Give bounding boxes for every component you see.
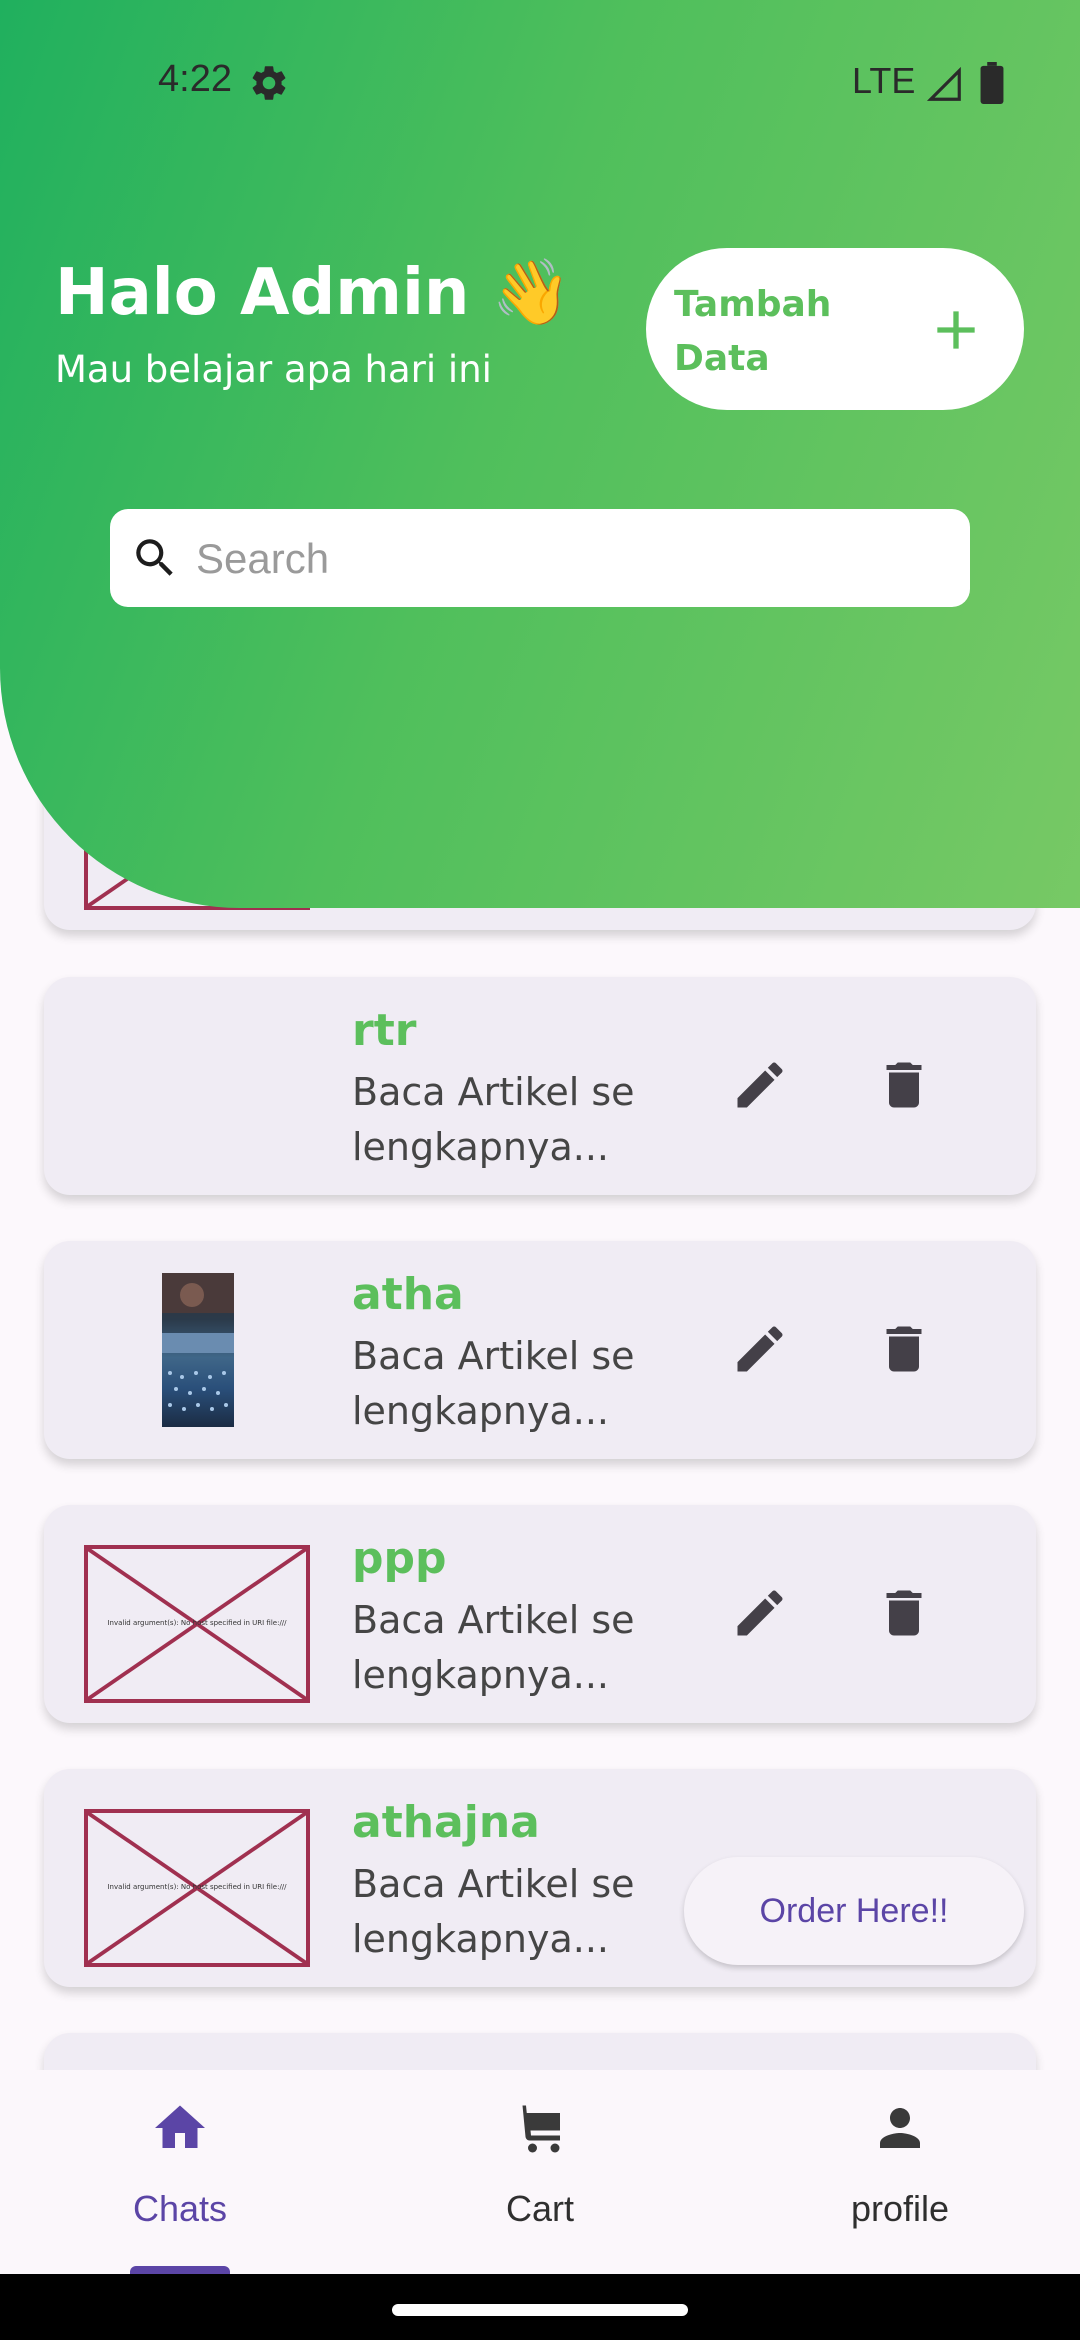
nav-label: profile — [850, 2188, 950, 2229]
nav-item-profile[interactable]: profile — [720, 2070, 1080, 2274]
gear-icon — [252, 66, 286, 100]
list-item[interactable]: Invalid argument(s): No host specified i… — [44, 1505, 1036, 1723]
search-icon — [136, 539, 173, 576]
item-photo — [162, 1273, 234, 1427]
edit-icon[interactable] — [730, 1055, 790, 1115]
nav-item-cart[interactable]: Cart — [360, 2070, 720, 2274]
broken-image: Invalid argument(s): No host specified i… — [84, 1545, 310, 1703]
add-data-label: Tambah Data — [674, 284, 832, 379]
greeting-title: Halo Admin 👋 — [55, 256, 572, 330]
delete-icon[interactable] — [874, 1319, 934, 1379]
delete-icon[interactable] — [874, 1583, 934, 1643]
bottom-navigation: Chats Cart profile — [0, 2070, 1080, 2274]
list-item[interactable]: atha Baca Artikel se lengkapnya... — [44, 1241, 1036, 1459]
nav-label: Cart — [505, 2188, 574, 2229]
home-icon — [155, 2105, 205, 2148]
list-item[interactable]: Invalid argument(s): No host specified i… — [44, 1769, 1036, 1987]
item-description: Baca Artikel se lengkapnya... — [352, 1598, 635, 1697]
signal-icon — [926, 66, 961, 101]
image-error-text: Invalid argument(s): No host specified i… — [107, 1619, 287, 1627]
search-bar[interactable] — [110, 509, 970, 607]
edit-icon[interactable] — [730, 1583, 790, 1643]
delete-icon[interactable] — [874, 1055, 934, 1115]
person-icon — [880, 2108, 920, 2148]
active-indicator — [130, 2266, 230, 2274]
image-error-text: Invalid argument(s): No host specified i… — [107, 1883, 287, 1891]
list-item[interactable] — [44, 2033, 1036, 2070]
item-title: athajna — [352, 1797, 540, 1848]
edit-icon[interactable] — [730, 1319, 790, 1379]
broken-image: Invalid argument(s): No host specified i… — [84, 1809, 310, 1967]
item-description: Baca Artikel se lengkapnya... — [352, 1862, 635, 1961]
item-title: rtr — [352, 1005, 417, 1056]
item-description: Baca Artikel se lengkapnya... — [352, 1334, 635, 1433]
status-bar: 4:22 LTE — [0, 0, 1080, 165]
nav-label: Chats — [132, 2188, 228, 2229]
add-data-button[interactable]: Tambah Data — [646, 248, 1024, 410]
home-gesture-handle[interactable] — [392, 2304, 688, 2316]
list-item[interactable]: rtr Baca Artikel se lengkapnya... — [44, 977, 1036, 1195]
status-time: 4:22 — [158, 58, 232, 100]
item-title: atha — [352, 1269, 464, 1320]
system-navigation-bar — [0, 2274, 1080, 2340]
cart-icon — [515, 2105, 560, 2153]
nav-item-chats[interactable]: Chats — [0, 2070, 360, 2274]
order-button[interactable]: Order Here!! — [684, 1857, 1024, 1965]
item-title: ppp — [352, 1533, 447, 1584]
battery-icon — [980, 62, 1004, 104]
item-description: Baca Artikel se lengkapnya... — [352, 1070, 635, 1169]
search-input[interactable] — [194, 525, 938, 593]
network-type: LTE — [852, 60, 916, 101]
greeting-subtitle: Mau belajar apa hari ini — [55, 348, 492, 391]
plus-icon — [937, 311, 975, 349]
